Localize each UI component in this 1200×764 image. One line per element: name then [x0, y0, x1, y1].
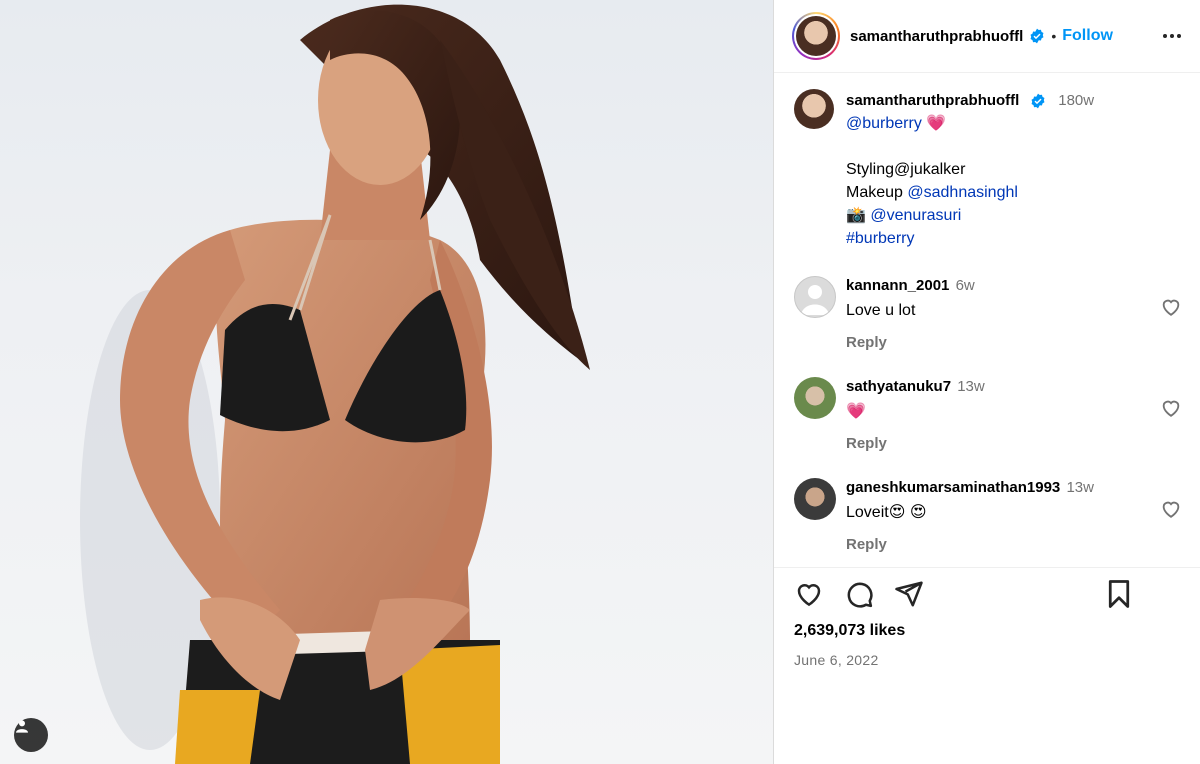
comment-text: Love u lot: [846, 302, 916, 319]
like-heart-icon[interactable]: [794, 579, 824, 609]
post-photo[interactable]: [0, 0, 773, 764]
post-header: samantharuthprabhuoffl • Follow: [774, 0, 1200, 73]
caption-makeup-link[interactable]: @sadhnasinghl: [907, 184, 1018, 201]
reply-button[interactable]: Reply: [846, 536, 1182, 553]
photo-illustration: [80, 4, 590, 764]
caption-hashtag-link[interactable]: #burberry: [846, 230, 914, 247]
post-actions-bar: [774, 568, 1200, 620]
comment-item: ganeshkumarsaminathan1993 13w Loveit😍 😍 …: [794, 478, 1182, 553]
likes-count[interactable]: 2,639,073 likes: [774, 622, 1200, 640]
comment-username[interactable]: sathyatanuku7: [846, 378, 951, 395]
comment-like-heart-icon[interactable]: [1160, 397, 1182, 424]
tagged-users-button[interactable]: [14, 718, 48, 752]
verified-badge-icon: [1030, 93, 1046, 109]
comment-time[interactable]: 13w: [957, 378, 985, 395]
reply-button[interactable]: Reply: [846, 435, 1182, 452]
caption-mention-link[interactable]: @burberry: [846, 115, 922, 132]
comment-time[interactable]: 6w: [956, 277, 975, 294]
commenter-avatar[interactable]: [794, 478, 836, 520]
comment-username[interactable]: kannann_2001: [846, 277, 949, 294]
comment-item: sathyatanuku7 13w 💗 Reply: [794, 377, 1182, 452]
comment-time[interactable]: 13w: [1066, 479, 1094, 496]
comment-like-heart-icon[interactable]: [1160, 296, 1182, 323]
follow-button[interactable]: Follow: [1062, 27, 1113, 45]
comment-icon[interactable]: [844, 579, 874, 609]
author-avatar[interactable]: [792, 12, 840, 60]
default-avatar-icon[interactable]: [794, 276, 836, 318]
comment-item: kannann_2001 6w Love u lot Reply: [794, 276, 1182, 351]
caption-styling: Styling@jukalker: [846, 161, 966, 178]
verified-badge-icon: [1029, 28, 1045, 44]
caption-time[interactable]: 180w: [1058, 92, 1094, 109]
reply-button[interactable]: Reply: [846, 334, 1182, 351]
header-separator: •: [1051, 28, 1057, 44]
caption: samantharuthprabhuoffl 180w @burberry 💗 …: [794, 89, 1182, 250]
post-side-panel: samantharuthprabhuoffl • Follow samantha…: [773, 0, 1200, 764]
caption-avatar[interactable]: [794, 89, 834, 129]
comment-username[interactable]: ganeshkumarsaminathan1993: [846, 479, 1060, 496]
caption-photographer-link[interactable]: @venurasuri: [870, 207, 961, 224]
caption-heart-emoji: 💗: [926, 115, 947, 132]
post-date[interactable]: June 6, 2022: [774, 652, 1200, 668]
comments-list[interactable]: samantharuthprabhuoffl 180w @burberry 💗 …: [774, 73, 1200, 568]
more-options-icon[interactable]: [1160, 24, 1184, 48]
author-username[interactable]: samantharuthprabhuoffl: [850, 28, 1023, 45]
caption-username[interactable]: samantharuthprabhuoffl: [846, 92, 1019, 109]
user-tag-icon: [16, 720, 28, 733]
author-avatar-image: [796, 16, 836, 56]
camera-emoji: 📸: [846, 207, 866, 224]
commenter-avatar[interactable]: [794, 377, 836, 419]
bookmark-icon[interactable]: [1106, 579, 1132, 609]
caption-makeup-label: Makeup: [846, 184, 903, 201]
post-modal: samantharuthprabhuoffl • Follow samantha…: [0, 0, 1200, 764]
comment-text: Loveit😍 😍: [846, 504, 927, 521]
comment-text: 💗: [846, 403, 866, 420]
paper-plane-icon[interactable]: [894, 579, 924, 609]
comment-like-heart-icon[interactable]: [1160, 498, 1182, 525]
